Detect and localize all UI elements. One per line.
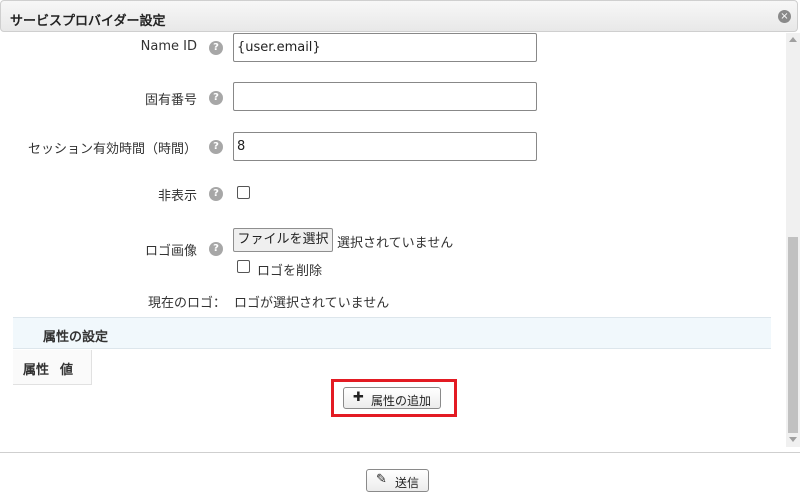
- unique-number-help-icon[interactable]: ?: [209, 91, 223, 105]
- plus-icon: ✚: [353, 390, 364, 405]
- dialog-title: サービスプロバイダー設定: [10, 14, 166, 29]
- logo-image-label: ロゴ画像: [144, 244, 197, 259]
- file-select-button[interactable]: ファイルを選択: [233, 228, 333, 252]
- dialog-titlebar: サービスプロバイダー設定 ×: [0, 0, 798, 32]
- name-id-input[interactable]: {user.email}: [233, 33, 537, 62]
- add-attribute-label: 属性の追加: [371, 394, 432, 408]
- add-attribute-button[interactable]: ✚ 属性の追加: [343, 387, 441, 409]
- file-status-text: 選択されていません: [337, 236, 454, 251]
- session-hours-input[interactable]: 8: [233, 132, 537, 161]
- unique-number-input[interactable]: [233, 82, 537, 111]
- attributes-section-title: 属性の設定: [43, 330, 109, 345]
- name-id-help-icon[interactable]: ?: [209, 41, 223, 55]
- scroll-down-arrow-icon[interactable]: [789, 437, 797, 442]
- pencil-icon: ✎: [376, 472, 387, 487]
- submit-label: 送信: [395, 476, 420, 490]
- attributes-table-header: 属性 値: [13, 350, 92, 385]
- submit-button[interactable]: ✎ 送信: [366, 469, 429, 492]
- attribute-column-header: 属性: [23, 363, 50, 378]
- name-id-label: Name ID: [140, 39, 197, 54]
- scroll-thumb[interactable]: [788, 237, 798, 433]
- hidden-help-icon[interactable]: ?: [209, 187, 223, 201]
- value-column-header: 値: [60, 363, 74, 378]
- delete-logo-label: ロゴを削除: [257, 264, 323, 279]
- hidden-label: 非表示: [157, 189, 197, 204]
- attributes-section-header: 属性の設定: [13, 317, 771, 349]
- logo-image-help-icon[interactable]: ?: [209, 242, 223, 256]
- scroll-up-arrow-icon[interactable]: [789, 37, 797, 42]
- current-logo-value: ロゴが選択されていません: [234, 296, 390, 311]
- footer-divider: [0, 452, 800, 453]
- close-icon[interactable]: ×: [778, 10, 791, 23]
- current-logo-label: 現在のロゴ：: [147, 296, 226, 311]
- unique-number-label: 固有番号: [144, 93, 197, 108]
- delete-logo-checkbox[interactable]: [237, 260, 250, 273]
- hidden-checkbox[interactable]: [237, 186, 250, 199]
- session-hours-help-icon[interactable]: ?: [209, 140, 223, 154]
- dialog-content: Name ID ? {user.email} 固有番号 ? セッション有効時間（…: [0, 33, 786, 447]
- vertical-scrollbar[interactable]: [786, 33, 800, 447]
- session-hours-label: セッション有効時間（時間）: [27, 142, 197, 157]
